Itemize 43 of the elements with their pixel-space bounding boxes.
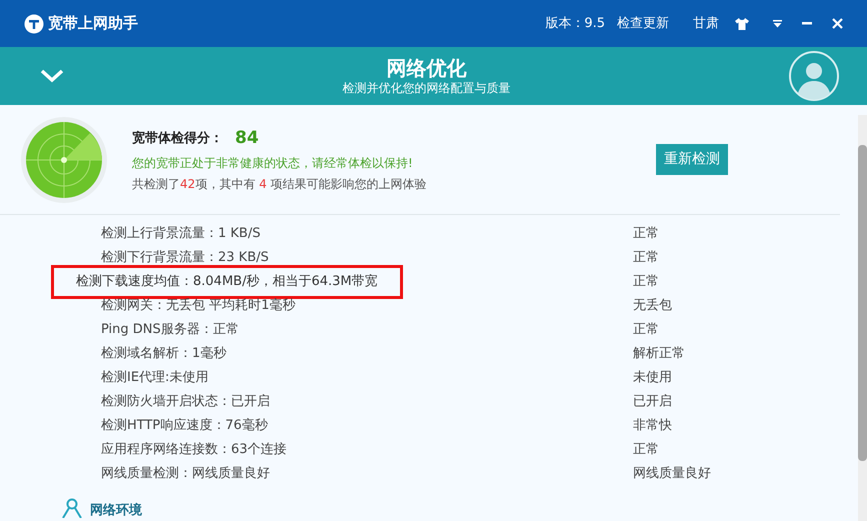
result-item: 网线质量检测：网线质量良好 — [100, 465, 270, 484]
chevron-down-icon[interactable] — [40, 69, 64, 83]
page-title: 网络优化 — [386, 56, 466, 80]
result-item: Ping DNS服务器：正常 — [100, 321, 239, 340]
result-item: 检测下行背景流量：23 KB/S — [100, 249, 269, 268]
page-subtitle: 检测并优化您的网络配置与质量 — [342, 80, 510, 96]
result-status: 正常 — [633, 273, 659, 292]
dropdown-icon[interactable] — [773, 20, 782, 28]
result-status: 正常 — [633, 441, 659, 460]
check-update-link[interactable]: 检查更新 — [617, 14, 669, 34]
version-label: 版本：9.5 — [545, 14, 605, 33]
result-status: 网线质量良好 — [633, 465, 711, 484]
result-item: 检测HTTP响应速度：76毫秒 — [100, 417, 268, 436]
result-item: 检测上行背景流量：1 KB/S — [100, 225, 260, 244]
avatar-icon[interactable] — [789, 51, 839, 101]
result-status: 非常快 — [633, 417, 672, 436]
close-icon[interactable] — [832, 18, 843, 29]
result-item: 检测域名解析：1毫秒 — [100, 345, 226, 364]
result-status: 无丢包 — [633, 297, 672, 316]
region-label[interactable]: 甘肃 — [693, 14, 719, 34]
result-status: 已开启 — [633, 393, 672, 412]
health-message: 您的宽带正处于非常健康的状态，请经常体检以保持! — [132, 155, 414, 172]
result-status: 未使用 — [633, 369, 672, 388]
result-status: 正常 — [633, 225, 659, 244]
app-logo-icon — [24, 14, 44, 34]
result-status: 正常 — [633, 249, 659, 268]
network-node-icon — [60, 498, 84, 518]
tshirt-icon[interactable] — [735, 18, 749, 30]
section-title: 网络环境 — [90, 504, 142, 518]
detection-summary: 共检测了42项，其中有 4 项结果可能影响您的上网体验 — [132, 176, 427, 194]
result-status: 解析正常 — [633, 345, 685, 364]
radar-icon — [20, 116, 108, 204]
app-name: 宽带上网助手 — [48, 13, 138, 34]
scrollbar[interactable] — [858, 115, 867, 521]
result-item: 检测IE代理:未使用 — [100, 369, 208, 388]
result-status: 正常 — [633, 321, 659, 340]
result-item: 检测网关：无丢包 平均耗时1毫秒 — [100, 297, 296, 316]
result-item: 检测防火墙开启状态：已开启 — [100, 393, 270, 412]
score-value: 84 — [235, 126, 259, 150]
score-label: 宽带体检得分： — [132, 130, 223, 148]
minimize-icon[interactable] — [802, 22, 812, 25]
result-item: 检测下载速度均值：8.04MB/秒，相当于64.3M带宽 — [51, 265, 403, 299]
result-item: 应用程序网络连接数：63个连接 — [100, 441, 287, 460]
